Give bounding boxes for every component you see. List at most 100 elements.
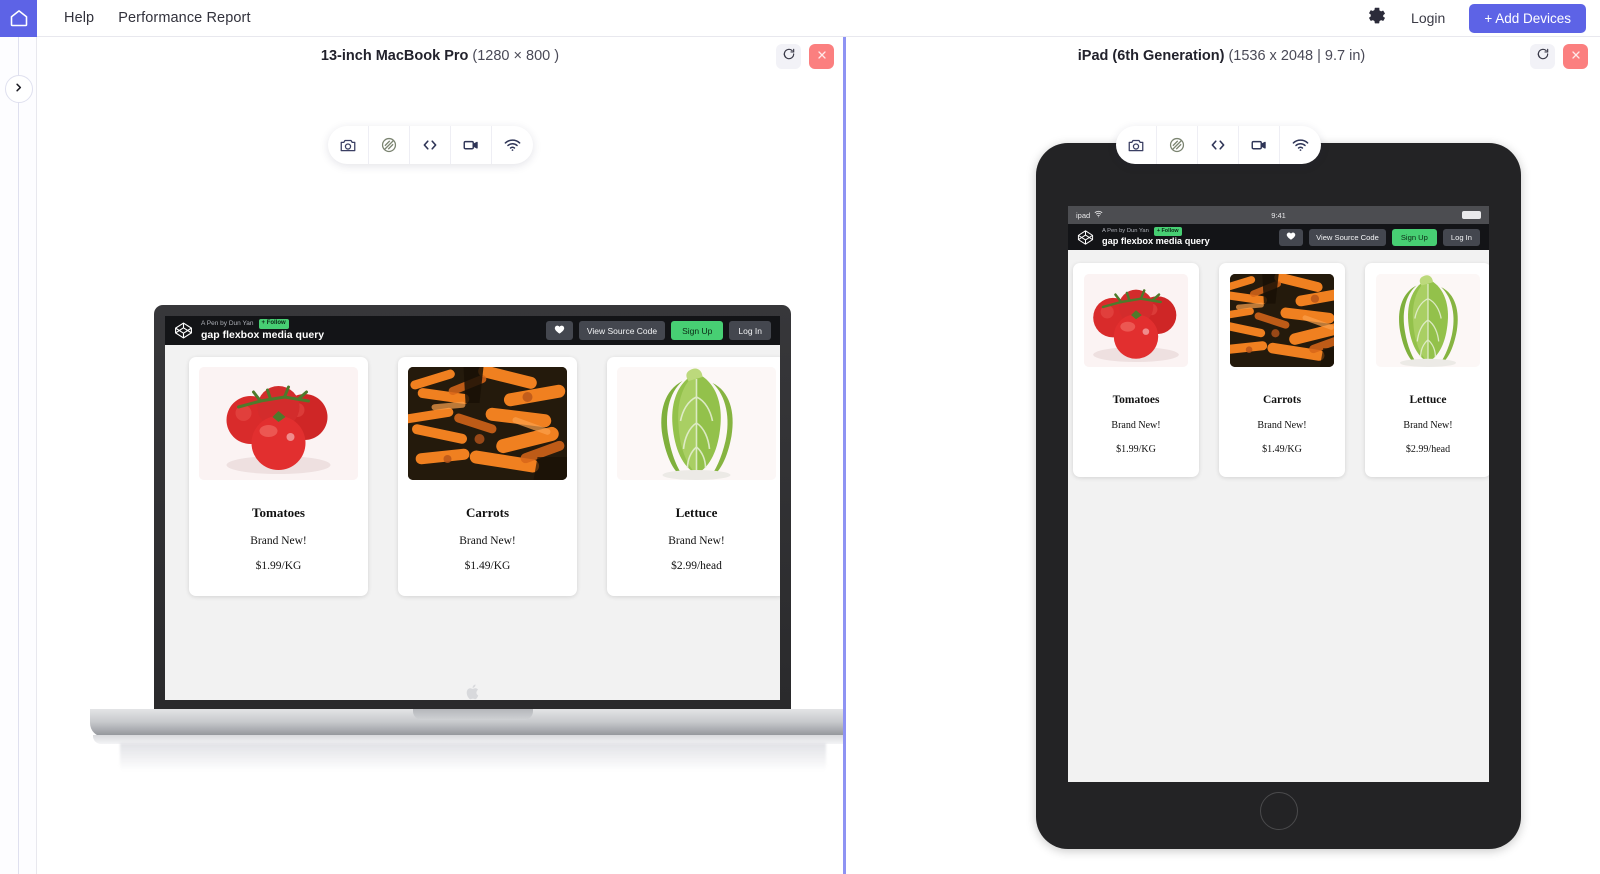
codepen-meta: A Pen by Dun Yan + Follow gap flexbox me…	[201, 319, 324, 342]
device-panels: 13-inch MacBook Pro (1280 × 800 ) A Pen …	[37, 37, 1600, 874]
product-price: $1.49/KG	[1262, 444, 1302, 455]
macbook-device: A Pen by Dun Yan + Follow gap flexbox me…	[90, 305, 843, 780]
carrots-image	[408, 367, 567, 480]
macbook-device-specs: (1280 × 800 )	[472, 48, 560, 64]
product-subtitle: Brand New!	[1111, 420, 1161, 431]
heart-icon	[1286, 228, 1296, 246]
codepen-logo-icon	[1077, 229, 1094, 246]
tomatoes-image	[1084, 274, 1188, 367]
product-subtitle: Brand New!	[1257, 420, 1307, 431]
ipad-close-button[interactable]	[1563, 44, 1588, 69]
product-subtitle: Brand New!	[459, 535, 516, 547]
macbook-device-title: 13-inch MacBook Pro (1280 × 800 )	[321, 48, 559, 64]
product-name: Tomatoes	[252, 505, 305, 520]
ipad-device-title: iPad (6th Generation) (1536 x 2048 | 9.7…	[1078, 48, 1365, 64]
code-icon[interactable]	[410, 126, 451, 164]
codepen-byline: A Pen by Dun Yan	[201, 319, 254, 327]
left-rail	[0, 37, 37, 874]
macbook-shadow	[120, 743, 826, 771]
ipad-status-time: 9:41	[1271, 210, 1286, 220]
chevron-right-icon	[13, 80, 24, 98]
codepen-signup-button[interactable]: Sign Up	[1391, 228, 1437, 246]
ipad-home-button[interactable]	[1259, 792, 1298, 830]
product-name: Carrots	[1262, 394, 1302, 406]
ipad-product-grid: Tomatoes Brand New! $1.99/KG Carrots Bra…	[1068, 250, 1489, 782]
macbook-notch	[413, 709, 533, 720]
macbook-codepen-bar: A Pen by Dun Yan + Follow gap flexbox me…	[165, 316, 780, 345]
record-video-icon[interactable]	[451, 126, 492, 164]
product-card[interactable]: Lettuce Brand New! $2.99/head	[607, 357, 780, 596]
product-name: Lettuce	[675, 505, 718, 520]
codepen-login-button[interactable]: Log In	[1442, 228, 1480, 246]
add-devices-button[interactable]: + Add Devices	[1469, 3, 1586, 33]
carrots-image	[1230, 274, 1334, 367]
device-panel-ipad: iPad (6th Generation) (1536 x 2048 | 9.7…	[846, 37, 1597, 874]
ipad-header-actions	[1530, 44, 1588, 69]
product-price: $2.99/head	[671, 560, 722, 572]
code-icon[interactable]	[1198, 126, 1239, 164]
rail-divider	[18, 37, 19, 874]
ipad-screen: ipad 9:41 A Pen by Dun Yan + Follow gap …	[1068, 206, 1489, 782]
nav-link-help[interactable]: Help	[64, 10, 94, 26]
macbook-device-name: 13-inch MacBook Pro	[320, 48, 469, 64]
product-card[interactable]: Tomatoes Brand New! $1.99/KG	[189, 357, 368, 596]
macbook-refresh-button[interactable]	[776, 44, 801, 69]
disable-css-icon[interactable]	[369, 126, 410, 164]
home-icon	[9, 8, 29, 28]
ipad-status-bar: ipad 9:41	[1068, 206, 1489, 224]
codepen-heart-button[interactable]	[1279, 228, 1304, 246]
product-card[interactable]: Carrots Brand New! $1.49/KG	[398, 357, 577, 596]
login-link[interactable]: Login	[1411, 10, 1445, 26]
codepen-view-source-button[interactable]: View Source Code	[1309, 228, 1386, 246]
product-price: $1.99/KG	[255, 560, 302, 572]
codepen-branding: A Pen by Dun Yan + Follow gap flexbox me…	[1077, 226, 1210, 247]
ipad-panel-header: iPad (6th Generation) (1536 x 2048 | 9.7…	[846, 37, 1597, 75]
codepen-actions: View Source Code Sign Up Log In	[545, 321, 771, 340]
codepen-branding: A Pen by Dun Yan + Follow gap flexbox me…	[174, 319, 324, 342]
ipad-device-name: iPad (6th Generation)	[1077, 48, 1225, 64]
codepen-pen-title: gap flexbox media query	[201, 328, 325, 341]
close-icon	[1570, 48, 1582, 66]
codepen-actions: View Source Code Sign Up Log In	[1279, 228, 1480, 246]
product-name: Lettuce	[1409, 394, 1447, 406]
wifi-icon[interactable]	[492, 126, 533, 164]
product-card[interactable]: Tomatoes Brand New! $1.99/KG	[1073, 263, 1199, 477]
expand-sidebar-button[interactable]	[4, 75, 33, 103]
codepen-byline-row: A Pen by Dun Yan + Follow	[201, 319, 324, 329]
codepen-heart-button[interactable]	[545, 321, 573, 340]
nav-link-performance-report[interactable]: Performance Report	[118, 10, 250, 26]
tomatoes-image	[199, 367, 358, 480]
gear-icon	[1368, 7, 1386, 30]
macbook-screen: A Pen by Dun Yan + Follow gap flexbox me…	[165, 316, 780, 700]
codepen-follow-badge[interactable]: + Follow	[258, 319, 289, 329]
macbook-lid: A Pen by Dun Yan + Follow gap flexbox me…	[154, 305, 791, 709]
codepen-view-source-button[interactable]: View Source Code	[578, 321, 666, 340]
lettuce-image	[617, 367, 776, 480]
home-button[interactable]	[0, 0, 37, 37]
settings-button[interactable]	[1365, 6, 1389, 30]
lettuce-image	[1376, 274, 1480, 367]
screenshot-icon[interactable]	[328, 126, 369, 164]
macbook-close-button[interactable]	[809, 44, 834, 69]
screenshot-icon[interactable]	[1116, 126, 1157, 164]
wifi-icon[interactable]	[1280, 126, 1321, 164]
device-panel-macbook: 13-inch MacBook Pro (1280 × 800 ) A Pen …	[37, 37, 846, 874]
record-video-icon[interactable]	[1239, 126, 1280, 164]
codepen-follow-badge[interactable]: + Follow	[1153, 226, 1182, 236]
codepen-signup-button[interactable]: Sign Up	[671, 321, 724, 340]
refresh-icon	[1536, 47, 1550, 66]
macbook-device-toolbar	[328, 126, 533, 164]
ipad-device-specs: (1536 x 2048 | 9.7 in)	[1228, 48, 1366, 64]
refresh-icon	[782, 47, 796, 66]
product-subtitle: Brand New!	[250, 535, 307, 547]
product-price: $2.99/head	[1405, 444, 1451, 455]
product-price: $1.99/KG	[1116, 444, 1156, 455]
ipad-refresh-button[interactable]	[1530, 44, 1555, 69]
disable-css-icon[interactable]	[1157, 126, 1198, 164]
product-card[interactable]: Lettuce Brand New! $2.99/head	[1365, 263, 1489, 477]
product-card[interactable]: Carrots Brand New! $1.49/KG	[1219, 263, 1345, 477]
codepen-byline-row: A Pen by Dun Yan + Follow	[1102, 226, 1210, 236]
product-name: Carrots	[465, 505, 510, 520]
close-icon	[816, 48, 828, 66]
codepen-login-button[interactable]: Log In	[729, 321, 771, 340]
